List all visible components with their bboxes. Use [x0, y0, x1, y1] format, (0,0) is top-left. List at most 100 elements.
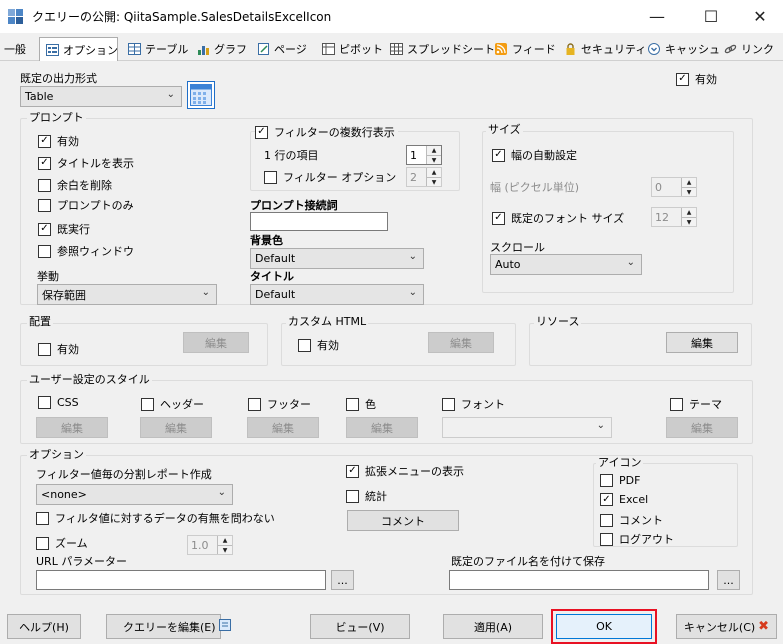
scroll-select[interactable]: Auto ⌄: [490, 254, 642, 275]
filter-option-spinner: 2 ▲ ▼: [406, 167, 442, 187]
ext-menu-checkbox[interactable]: ✓ 拡張メニューの表示: [346, 463, 464, 479]
reference-window-checkbox[interactable]: 参照ウィンドウ: [38, 243, 134, 259]
apply-button[interactable]: 適用(A): [443, 614, 543, 639]
zoom-checkbox[interactable]: ズーム: [36, 535, 88, 551]
tab-pivot[interactable]: ピボット: [321, 38, 383, 60]
custom-html-enabled-checkbox[interactable]: 有効: [298, 337, 339, 353]
prompt-group-label: プロンプト: [27, 111, 86, 124]
split-report-label: フィルター値毎の分割レポート作成: [36, 468, 212, 481]
link-icon: [723, 42, 737, 56]
custom-styles-group-label: ユーザー設定のスタイル: [27, 373, 152, 386]
pre-run-checkbox[interactable]: ✓ 既実行: [38, 221, 90, 237]
footer-edit-button: 編集: [247, 417, 319, 438]
color-edit-button: 編集: [346, 417, 418, 438]
connector-input[interactable]: [250, 212, 388, 231]
filter-option-checkbox[interactable]: フィルター オプション: [264, 169, 396, 185]
view-button[interactable]: ビュー(V): [310, 614, 410, 639]
table-icon: [127, 42, 141, 56]
split-report-select[interactable]: <none> ⌄: [36, 484, 233, 505]
color-checkbox[interactable]: 色: [346, 396, 376, 412]
show-title-checkbox[interactable]: ✓ タイトルを表示: [38, 155, 134, 171]
font-checkbox[interactable]: フォント: [442, 396, 505, 412]
custom-html-group-label: カスタム HTML: [286, 315, 369, 328]
ignore-data-checkbox[interactable]: フィルタ値に対するデータの有無を問わない: [36, 510, 275, 526]
behavior-label: 挙動: [37, 270, 59, 283]
bgcolor-select[interactable]: Default ⌄: [250, 248, 424, 269]
theme-edit-button: 編集: [666, 417, 738, 438]
scroll-label: スクロール: [490, 241, 545, 254]
tab-page[interactable]: ページ: [256, 38, 307, 60]
logout-icon-checkbox[interactable]: ログアウト: [600, 531, 674, 547]
calendar-button[interactable]: [187, 81, 215, 109]
output-enabled-checkbox[interactable]: ✓ 有効: [676, 71, 717, 87]
options-group-label: オプション: [27, 448, 86, 461]
close-button[interactable]: ✕: [737, 0, 783, 33]
stats-checkbox[interactable]: 統計: [346, 488, 387, 504]
default-font-size-checkbox[interactable]: ✓ 既定のフォント サイズ: [492, 210, 624, 226]
css-checkbox[interactable]: CSS: [38, 396, 79, 409]
title-color-label: タイトル: [250, 270, 294, 283]
spin-down-icon[interactable]: ▼: [426, 155, 441, 164]
tab-table[interactable]: テーブル: [127, 38, 188, 60]
placement-enabled-checkbox[interactable]: 有効: [38, 341, 79, 357]
resources-group-label: リソース: [534, 315, 582, 328]
edit-query-button[interactable]: クエリーを編集(E): [106, 614, 231, 639]
zoom-spinner: 1.0 ▲ ▼: [187, 535, 233, 555]
prompt-only-checkbox[interactable]: プロンプトのみ: [38, 197, 134, 213]
tab-cache[interactable]: キャッシュ: [647, 38, 720, 60]
placement-edit-button: 編集: [183, 332, 249, 353]
filter-multi-checkbox[interactable]: ✓ フィルターの複数行表示: [255, 124, 398, 140]
pdf-icon-checkbox[interactable]: PDF: [600, 474, 640, 487]
header-edit-button: 編集: [140, 417, 212, 438]
tab-security[interactable]: セキュリティ: [563, 38, 646, 60]
excel-icon-checkbox[interactable]: ✓ Excel: [600, 493, 648, 506]
spreadsheet-icon: [389, 42, 403, 56]
maximize-button[interactable]: ☐: [688, 0, 734, 33]
per-row-spinner[interactable]: 1 ▲ ▼: [406, 145, 442, 165]
per-row-label: 1 行の項目: [264, 149, 319, 162]
pivot-icon: [321, 42, 335, 56]
output-format-select[interactable]: Table ⌄: [20, 86, 182, 107]
spin-up-icon[interactable]: ▲: [426, 146, 441, 155]
save-filename-input[interactable]: [449, 570, 709, 590]
cancel-button[interactable]: キャンセル(C) ✖: [676, 614, 777, 639]
width-spinner: 0 ▲ ▼: [651, 177, 697, 197]
comment-icon-checkbox[interactable]: コメント: [600, 512, 663, 528]
graph-icon: [196, 42, 210, 56]
tab-general[interactable]: 一般: [4, 38, 26, 60]
tab-link[interactable]: リンク: [723, 38, 774, 60]
resources-edit-button[interactable]: 編集: [666, 332, 738, 353]
chevron-down-icon: ⌄: [408, 251, 417, 262]
url-param-browse-button[interactable]: ...: [331, 570, 354, 590]
behavior-select[interactable]: 保存範囲 ⌄: [37, 284, 217, 305]
minimize-button[interactable]: —: [634, 0, 680, 33]
comment-button[interactable]: コメント: [347, 510, 459, 531]
tab-graph[interactable]: グラフ: [196, 38, 247, 60]
chevron-down-icon: ⌄: [626, 257, 635, 268]
theme-checkbox[interactable]: テーマ: [670, 396, 722, 412]
help-button[interactable]: ヘルプ(H): [7, 614, 81, 639]
button-bar: ヘルプ(H) クエリーを編集(E) ビュー(V) 適用(A) OK キャンセル(…: [0, 604, 783, 644]
title-bar: クエリーの公開: QiitaSample.SalesDetailsExcelIc…: [0, 0, 783, 33]
chevron-down-icon: ⌄: [596, 420, 605, 431]
icons-group-label: アイコン: [596, 456, 644, 469]
auto-width-checkbox[interactable]: ✓ 幅の自動設定: [492, 147, 577, 163]
size-group-label: サイズ: [486, 123, 523, 136]
edit-query-icon: [218, 619, 231, 634]
bgcolor-label: 背景色: [250, 234, 283, 247]
tab-options[interactable]: オプション: [39, 37, 118, 61]
save-filename-browse-button[interactable]: ...: [717, 570, 740, 590]
header-checkbox[interactable]: ヘッダー: [141, 396, 204, 412]
footer-checkbox[interactable]: フッター: [248, 396, 311, 412]
ok-button[interactable]: OK: [556, 614, 652, 639]
title-color-select[interactable]: Default ⌄: [250, 284, 424, 305]
tab-spreadsheet[interactable]: スプレッドシート: [389, 38, 495, 60]
url-param-input[interactable]: [36, 570, 326, 590]
prompt-enabled-checkbox[interactable]: ✓ 有効: [38, 133, 79, 149]
remove-margin-checkbox[interactable]: 余白を削除: [38, 177, 112, 193]
chevron-down-icon: ⌄: [201, 287, 210, 298]
tab-feed[interactable]: フィード: [494, 38, 556, 60]
page-icon: [256, 42, 270, 56]
lock-icon: [563, 42, 577, 56]
url-param-label: URL パラメーター: [36, 555, 127, 568]
